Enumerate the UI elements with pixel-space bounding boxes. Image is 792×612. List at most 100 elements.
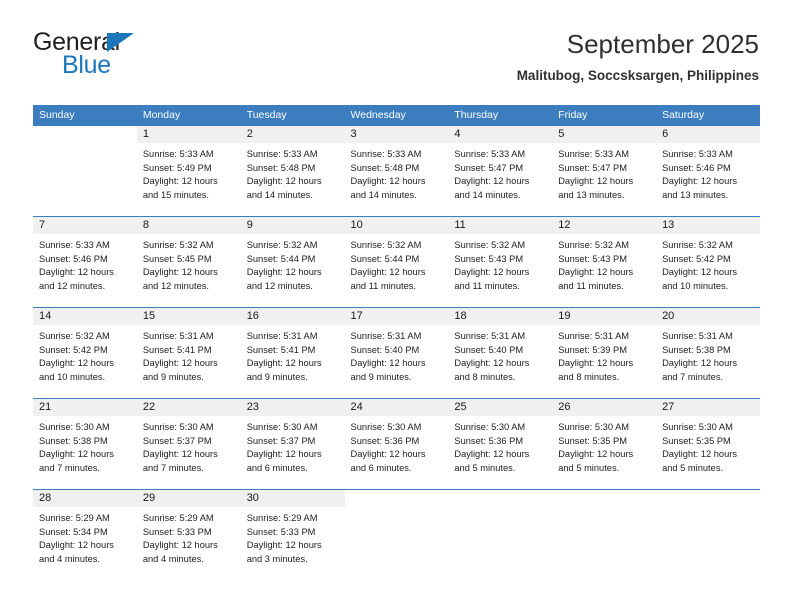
day-details: Sunrise: 5:32 AM Sunset: 5:45 PM Dayligh… bbox=[137, 234, 241, 293]
calendar-day-cell[interactable]: 5 Sunrise: 5:33 AM Sunset: 5:47 PM Dayli… bbox=[552, 126, 657, 217]
calendar-day-cell[interactable]: 26 Sunrise: 5:30 AM Sunset: 5:35 PM Dayl… bbox=[552, 398, 657, 490]
daylight-text-line2: and 10 minutes. bbox=[39, 371, 106, 382]
day-cell-inner: 28 Sunrise: 5:29 AM Sunset: 5:34 PM Dayl… bbox=[33, 490, 137, 580]
sunrise-text: Sunrise: 5:30 AM bbox=[142, 422, 214, 432]
title-block: September 2025 Malitubog, Soccsksargen, … bbox=[517, 28, 759, 86]
day-details: Sunrise: 5:31 AM Sunset: 5:40 PM Dayligh… bbox=[448, 325, 552, 384]
day-details: Sunrise: 5:32 AM Sunset: 5:43 PM Dayligh… bbox=[448, 234, 552, 293]
calendar-day-cell[interactable]: 20 Sunrise: 5:31 AM Sunset: 5:38 PM Dayl… bbox=[656, 307, 760, 399]
daylight-text-line1: Daylight: 12 hours bbox=[142, 267, 218, 277]
daylight-text-line1: Daylight: 12 hours bbox=[662, 358, 737, 368]
daylight-text-line2: and 7 minutes. bbox=[142, 462, 204, 473]
day-cell-inner: 30 Sunrise: 5:29 AM Sunset: 5:33 PM Dayl… bbox=[240, 490, 345, 580]
day-details: Sunrise: 5:30 AM Sunset: 5:37 PM Dayligh… bbox=[137, 416, 241, 475]
calendar-day-cell[interactable] bbox=[552, 489, 657, 580]
calendar-day-cell[interactable]: 24 Sunrise: 5:30 AM Sunset: 5:36 PM Dayl… bbox=[344, 398, 449, 490]
day-number: 8 bbox=[136, 217, 241, 234]
calendar-day-cell[interactable]: 10 Sunrise: 5:32 AM Sunset: 5:44 PM Dayl… bbox=[344, 216, 449, 308]
daylight-text-line1: Daylight: 12 hours bbox=[558, 449, 634, 459]
day-details: Sunrise: 5:30 AM Sunset: 5:36 PM Dayligh… bbox=[345, 416, 449, 475]
calendar-day-cell[interactable]: 2 Sunrise: 5:33 AM Sunset: 5:48 PM Dayli… bbox=[240, 126, 345, 217]
daylight-text-line1: Daylight: 12 hours bbox=[454, 267, 530, 277]
day-cell-inner: 22 Sunrise: 5:30 AM Sunset: 5:37 PM Dayl… bbox=[136, 399, 241, 489]
calendar-day-cell[interactable]: 16 Sunrise: 5:31 AM Sunset: 5:41 PM Dayl… bbox=[240, 307, 345, 399]
calendar-day-cell[interactable] bbox=[33, 126, 137, 217]
day-details bbox=[552, 507, 656, 512]
calendar-day-cell[interactable]: 9 Sunrise: 5:32 AM Sunset: 5:44 PM Dayli… bbox=[240, 216, 345, 308]
day-number: 10 bbox=[344, 217, 449, 234]
calendar-day-cell[interactable]: 12 Sunrise: 5:32 AM Sunset: 5:43 PM Dayl… bbox=[552, 216, 657, 308]
sunrise-text: Sunrise: 5:33 AM bbox=[350, 149, 422, 159]
calendar-day-cell[interactable]: 21 Sunrise: 5:30 AM Sunset: 5:38 PM Dayl… bbox=[33, 398, 137, 490]
sunrise-text: Sunrise: 5:32 AM bbox=[39, 331, 110, 341]
calendar-week-row: 7 Sunrise: 5:33 AM Sunset: 5:46 PM Dayli… bbox=[33, 216, 760, 308]
day-number: 5 bbox=[552, 126, 657, 143]
sunset-text: Sunset: 5:48 PM bbox=[246, 162, 316, 173]
sunset-text: Sunset: 5:37 PM bbox=[246, 435, 316, 446]
calendar-grid: Sunday Monday Tuesday Wednesday Thursday… bbox=[33, 105, 760, 580]
calendar-day-cell[interactable]: 18 Sunrise: 5:31 AM Sunset: 5:40 PM Dayl… bbox=[448, 307, 553, 399]
brand-triangle-icon bbox=[107, 33, 134, 52]
calendar-day-cell[interactable]: 17 Sunrise: 5:31 AM Sunset: 5:40 PM Dayl… bbox=[344, 307, 449, 399]
sunrise-text: Sunrise: 5:32 AM bbox=[558, 240, 630, 250]
sunset-text: Sunset: 5:33 PM bbox=[142, 526, 212, 537]
weekday-header-wednesday: Wednesday bbox=[344, 105, 449, 126]
day-cell-inner: 23 Sunrise: 5:30 AM Sunset: 5:37 PM Dayl… bbox=[240, 399, 345, 489]
day-number: 24 bbox=[344, 399, 449, 416]
calendar-day-cell[interactable]: 28 Sunrise: 5:29 AM Sunset: 5:34 PM Dayl… bbox=[33, 489, 137, 580]
day-details: Sunrise: 5:30 AM Sunset: 5:37 PM Dayligh… bbox=[241, 416, 345, 475]
page-header: General Blue September 2025 Malitubog, S… bbox=[33, 28, 759, 98]
calendar-day-cell[interactable]: 30 Sunrise: 5:29 AM Sunset: 5:33 PM Dayl… bbox=[240, 489, 345, 580]
sunset-text: Sunset: 5:47 PM bbox=[558, 162, 627, 173]
calendar-day-cell[interactable]: 6 Sunrise: 5:33 AM Sunset: 5:46 PM Dayli… bbox=[656, 126, 760, 217]
calendar-day-cell[interactable]: 25 Sunrise: 5:30 AM Sunset: 5:36 PM Dayl… bbox=[448, 398, 553, 490]
sunrise-text: Sunrise: 5:33 AM bbox=[142, 149, 214, 159]
calendar-day-cell[interactable]: 7 Sunrise: 5:33 AM Sunset: 5:46 PM Dayli… bbox=[33, 216, 137, 308]
calendar-day-cell[interactable]: 23 Sunrise: 5:30 AM Sunset: 5:37 PM Dayl… bbox=[240, 398, 345, 490]
sunrise-text: Sunrise: 5:30 AM bbox=[454, 422, 526, 432]
sunrise-text: Sunrise: 5:32 AM bbox=[142, 240, 214, 250]
day-cell-inner: 13 Sunrise: 5:32 AM Sunset: 5:42 PM Dayl… bbox=[656, 217, 760, 307]
calendar-day-cell[interactable]: 15 Sunrise: 5:31 AM Sunset: 5:41 PM Dayl… bbox=[136, 307, 241, 399]
calendar-day-cell[interactable]: 4 Sunrise: 5:33 AM Sunset: 5:47 PM Dayli… bbox=[448, 126, 553, 217]
calendar-day-cell[interactable] bbox=[656, 489, 760, 580]
calendar-day-cell[interactable]: 11 Sunrise: 5:32 AM Sunset: 5:43 PM Dayl… bbox=[448, 216, 553, 308]
sunrise-text: Sunrise: 5:33 AM bbox=[662, 149, 733, 159]
weekday-header-thursday: Thursday bbox=[448, 105, 553, 126]
calendar-day-cell[interactable]: 8 Sunrise: 5:32 AM Sunset: 5:45 PM Dayli… bbox=[136, 216, 241, 308]
calendar-day-cell[interactable]: 29 Sunrise: 5:29 AM Sunset: 5:33 PM Dayl… bbox=[136, 489, 241, 580]
daylight-text-line2: and 6 minutes. bbox=[246, 462, 308, 473]
day-details bbox=[448, 507, 552, 512]
day-number: 2 bbox=[240, 126, 345, 143]
sunrise-text: Sunrise: 5:31 AM bbox=[142, 331, 214, 341]
daylight-text-line2: and 5 minutes. bbox=[558, 462, 620, 473]
calendar-day-cell[interactable] bbox=[448, 489, 553, 580]
daylight-text-line2: and 14 minutes. bbox=[246, 189, 313, 200]
brand-logo[interactable]: General Blue bbox=[33, 28, 293, 84]
day-cell-inner: 17 Sunrise: 5:31 AM Sunset: 5:40 PM Dayl… bbox=[344, 308, 449, 398]
page-title: September 2025 bbox=[566, 29, 759, 59]
day-number: 19 bbox=[552, 308, 657, 325]
calendar-day-cell[interactable]: 3 Sunrise: 5:33 AM Sunset: 5:48 PM Dayli… bbox=[344, 126, 449, 217]
calendar-day-cell[interactable]: 14 Sunrise: 5:32 AM Sunset: 5:42 PM Dayl… bbox=[33, 307, 137, 399]
sunset-text: Sunset: 5:39 PM bbox=[558, 344, 627, 355]
calendar-day-cell[interactable]: 27 Sunrise: 5:30 AM Sunset: 5:35 PM Dayl… bbox=[656, 398, 760, 490]
day-details: Sunrise: 5:30 AM Sunset: 5:36 PM Dayligh… bbox=[448, 416, 552, 475]
sunset-text: Sunset: 5:35 PM bbox=[662, 435, 731, 446]
calendar-day-cell[interactable]: 19 Sunrise: 5:31 AM Sunset: 5:39 PM Dayl… bbox=[552, 307, 657, 399]
daylight-text-line2: and 3 minutes. bbox=[246, 553, 308, 564]
calendar-day-cell[interactable]: 1 Sunrise: 5:33 AM Sunset: 5:49 PM Dayli… bbox=[136, 126, 241, 217]
sunset-text: Sunset: 5:38 PM bbox=[39, 435, 108, 446]
calendar-day-cell[interactable]: 22 Sunrise: 5:30 AM Sunset: 5:37 PM Dayl… bbox=[136, 398, 241, 490]
daylight-text-line2: and 13 minutes. bbox=[662, 189, 729, 200]
sunrise-text: Sunrise: 5:33 AM bbox=[39, 240, 110, 250]
daylight-text-line2: and 8 minutes. bbox=[558, 371, 620, 382]
daylight-text-line1: Daylight: 12 hours bbox=[142, 449, 218, 459]
day-cell-inner: 18 Sunrise: 5:31 AM Sunset: 5:40 PM Dayl… bbox=[448, 308, 553, 398]
day-number bbox=[552, 490, 656, 507]
calendar-day-cell[interactable]: 13 Sunrise: 5:32 AM Sunset: 5:42 PM Dayl… bbox=[656, 216, 760, 308]
daylight-text-line1: Daylight: 12 hours bbox=[142, 540, 218, 550]
calendar-day-cell[interactable] bbox=[344, 489, 449, 580]
daylight-text-line1: Daylight: 12 hours bbox=[350, 267, 426, 277]
daylight-text-line1: Daylight: 12 hours bbox=[558, 176, 634, 186]
